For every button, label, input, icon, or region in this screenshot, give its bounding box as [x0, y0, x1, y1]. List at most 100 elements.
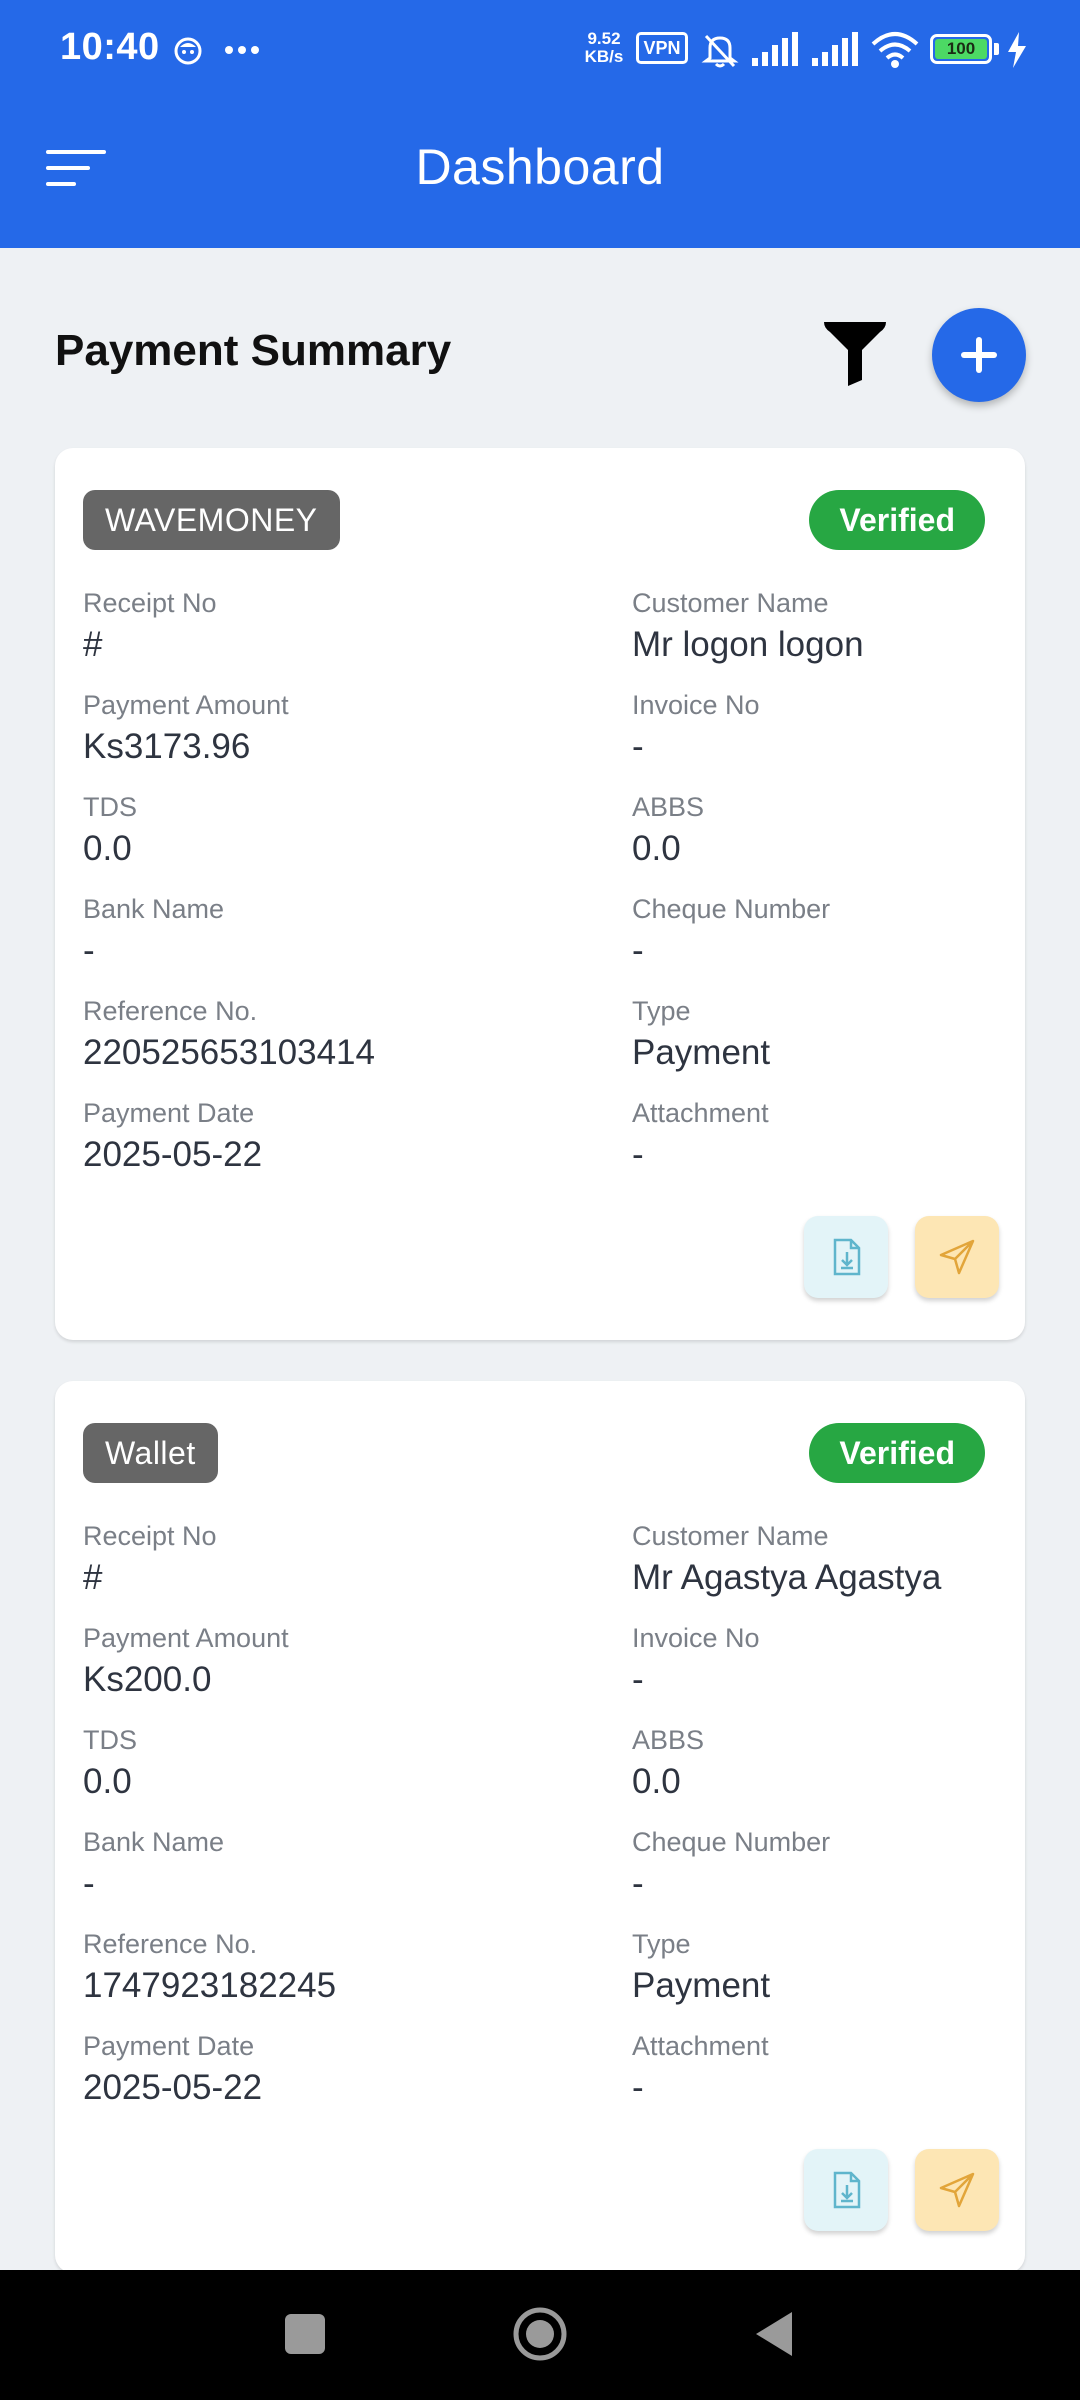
section-title: Payment Summary: [55, 326, 452, 375]
field-label: Payment Amount: [83, 1623, 289, 1653]
field-payment-date: Payment Date 2025-05-22: [83, 1096, 543, 1178]
field-payment-date: Payment Date 2025-05-22: [83, 2029, 543, 2111]
field-label: Invoice No: [632, 1623, 760, 1653]
field-label: TDS: [83, 1725, 137, 1755]
home-circle-icon[interactable]: [510, 2306, 570, 2362]
field-label: TDS: [83, 792, 137, 822]
field-label: Type: [632, 996, 691, 1026]
status-bar: 10:40 9.52 KB/s VPN 100: [0, 0, 1080, 100]
field-bank-name: Bank Name -: [83, 1825, 543, 1907]
navigation-bar: [0, 2270, 1080, 2400]
field-attachment: Attachment -: [632, 2029, 1080, 2111]
field-label: Customer Name: [632, 1521, 829, 1551]
network-speed-value: 9.52: [587, 29, 621, 48]
network-speed: 9.52 KB/s: [582, 30, 626, 66]
field-label: Receipt No: [83, 1521, 217, 1551]
face-icon: [174, 37, 202, 65]
download-receipt-button[interactable]: [804, 1216, 888, 1298]
field-value: 0.0: [632, 1762, 681, 1801]
charging-icon: [1008, 32, 1026, 68]
recents-square-icon[interactable]: [283, 2306, 327, 2362]
field-value: Mr logon logon: [632, 625, 864, 664]
field-value: Ks3173.96: [83, 727, 251, 766]
field-value: -: [632, 2068, 644, 2107]
send-icon: [939, 1239, 975, 1275]
payment-card: WAVEMONEY Verified Receipt No # Customer…: [55, 448, 1025, 1340]
field-value: -: [632, 931, 644, 970]
status-badge: Verified: [809, 490, 985, 550]
field-value: 220525653103414: [83, 1033, 375, 1072]
field-value: Payment: [632, 1966, 771, 2005]
field-value: -: [632, 1660, 644, 1699]
payment-method-badge: WAVEMONEY: [83, 490, 340, 550]
app-bar: Dashboard: [0, 100, 1080, 248]
field-label: Invoice No: [632, 690, 760, 720]
field-bank-name: Bank Name -: [83, 892, 543, 974]
field-label: Payment Amount: [83, 690, 289, 720]
field-value: 0.0: [83, 1762, 132, 1801]
field-label: Cheque Number: [632, 894, 831, 924]
field-cheque-number: Cheque Number -: [632, 1825, 1080, 1907]
field-reference-no: Reference No. 1747923182245: [83, 1927, 543, 2009]
field-payment-amount: Payment Amount Ks3173.96: [83, 688, 543, 770]
header: 10:40 9.52 KB/s VPN 100 Dashboard: [0, 0, 1080, 248]
field-payment-amount: Payment Amount Ks200.0: [83, 1621, 543, 1703]
filter-icon: [824, 322, 886, 386]
field-label: Receipt No: [83, 588, 217, 618]
filter-button[interactable]: [820, 318, 890, 388]
field-value: -: [83, 1864, 95, 1903]
field-value: 2025-05-22: [83, 1135, 263, 1174]
signal-icon: [752, 32, 798, 66]
back-triangle-icon[interactable]: [752, 2306, 796, 2362]
payment-method-badge: Wallet: [83, 1423, 218, 1483]
field-label: Customer Name: [632, 588, 829, 618]
vpn-icon: VPN: [636, 32, 688, 64]
field-value: Ks200.0: [83, 1660, 212, 1699]
bell-muted-icon: [701, 34, 739, 68]
field-type: Type Payment: [632, 1927, 1080, 2009]
download-file-icon: [833, 1238, 861, 1276]
field-label: Reference No.: [83, 996, 258, 1026]
plus-icon: [961, 337, 997, 373]
field-receipt-no: Receipt No #: [83, 586, 543, 668]
field-label: Cheque Number: [632, 1827, 831, 1857]
field-abbs: ABBS 0.0: [632, 1723, 1080, 1805]
field-value: -: [83, 931, 95, 970]
field-value: -: [632, 727, 644, 766]
send-icon: [939, 2172, 975, 2208]
status-badge: Verified: [809, 1423, 985, 1483]
download-receipt-button[interactable]: [804, 2149, 888, 2231]
field-label: Reference No.: [83, 1929, 258, 1959]
battery-level: 100: [935, 39, 987, 59]
download-file-icon: [833, 2171, 861, 2209]
field-value: Payment: [632, 1033, 771, 1072]
field-label: Payment Date: [83, 1098, 255, 1128]
send-receipt-button[interactable]: [915, 1216, 999, 1298]
field-value: #: [83, 1558, 103, 1597]
field-label: Bank Name: [83, 1827, 225, 1857]
send-receipt-button[interactable]: [915, 2149, 999, 2231]
field-abbs: ABBS 0.0: [632, 790, 1080, 872]
battery-tip: [994, 43, 999, 55]
signal-icon: [812, 32, 858, 66]
field-label: Payment Date: [83, 2031, 255, 2061]
field-value: Mr Agastya Agastya: [632, 1558, 942, 1597]
field-label: Attachment: [632, 1098, 769, 1128]
field-customer-name: Customer Name Mr Agastya Agastya: [632, 1519, 1080, 1601]
payment-card: Wallet Verified Receipt No # Customer Na…: [55, 1381, 1025, 2273]
page-title: Dashboard: [415, 139, 665, 195]
field-cheque-number: Cheque Number -: [632, 892, 1080, 974]
field-value: 0.0: [83, 829, 132, 868]
field-label: Attachment: [632, 2031, 769, 2061]
field-label: Bank Name: [83, 894, 225, 924]
status-time: 10:40: [60, 26, 160, 68]
field-value: 1747923182245: [83, 1966, 337, 2005]
battery-icon: 100: [930, 34, 992, 64]
field-customer-name: Customer Name Mr logon logon: [632, 586, 1080, 668]
wifi-icon: [871, 32, 919, 68]
field-value: #: [83, 625, 103, 664]
field-value: 0.0: [632, 829, 681, 868]
field-tds: TDS 0.0: [83, 1723, 543, 1805]
add-payment-button[interactable]: [932, 308, 1026, 402]
field-invoice-no: Invoice No -: [632, 688, 1080, 770]
